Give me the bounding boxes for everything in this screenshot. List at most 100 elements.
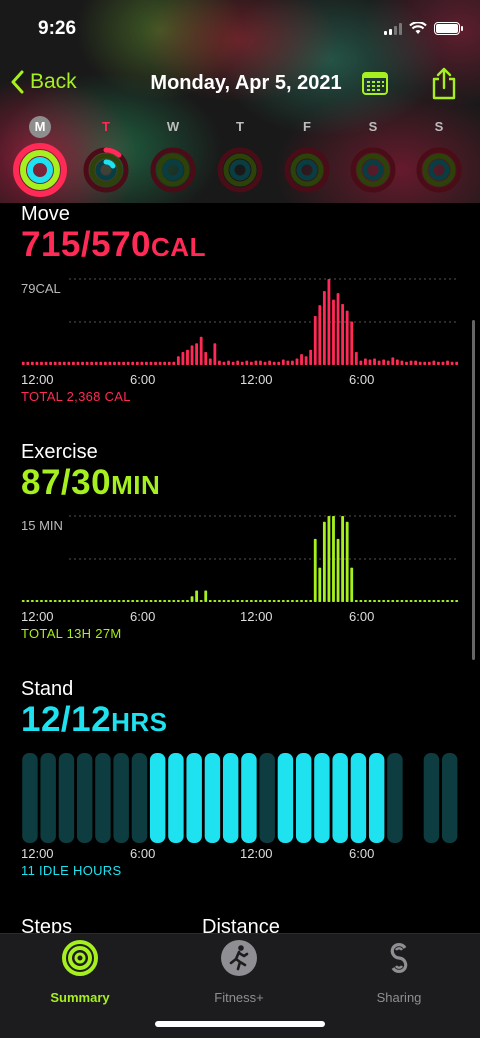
move-chart-bar bbox=[354, 351, 358, 365]
weekday-tue[interactable]: T bbox=[94, 117, 118, 137]
weekday-wed[interactable]: W bbox=[161, 117, 185, 137]
move-chart-bar bbox=[113, 361, 116, 365]
exercise-chart-bar bbox=[40, 600, 43, 602]
stand-hour-bar bbox=[368, 753, 385, 843]
exercise-chart-bar bbox=[21, 600, 25, 602]
exercise-chart-bar bbox=[386, 600, 390, 602]
exercise-chart-bar bbox=[405, 600, 408, 602]
stand-hour-bar bbox=[76, 753, 93, 843]
stand-hour-bar bbox=[423, 753, 440, 843]
move-chart-bar bbox=[322, 290, 326, 365]
activity-ring-sun[interactable] bbox=[412, 143, 466, 197]
exercise-chart-bar bbox=[354, 600, 358, 602]
exercise-chart-bar bbox=[427, 600, 431, 602]
exercise-chart-bar bbox=[409, 600, 413, 602]
activity-ring-fri[interactable] bbox=[280, 143, 334, 197]
tab-fitness-plus[interactable]: Fitness+ bbox=[179, 939, 299, 1005]
exercise-chart-bar bbox=[332, 516, 335, 602]
weekday-row: M T W T F S S bbox=[0, 116, 480, 138]
stand-hour-bar bbox=[186, 753, 202, 843]
move-chart-bar bbox=[373, 358, 376, 365]
stand-title: Stand bbox=[21, 678, 74, 700]
weekday-mon[interactable]: M bbox=[29, 116, 51, 138]
exercise-chart-bar bbox=[286, 600, 290, 602]
move-chart-bar bbox=[158, 361, 162, 365]
exercise-chart-bar bbox=[254, 600, 258, 602]
stand-axis-label: 6:00 bbox=[130, 846, 156, 861]
stand-chart bbox=[22, 753, 458, 843]
move-chart-bar bbox=[90, 361, 94, 365]
move-axis-label: 12:00 bbox=[21, 372, 54, 387]
move-chart-bar bbox=[218, 360, 221, 365]
exercise-chart-bar bbox=[322, 521, 326, 602]
move-chart-bar bbox=[140, 361, 144, 365]
weekday-fri[interactable]: F bbox=[295, 117, 319, 137]
move-chart-bar bbox=[117, 361, 121, 365]
exercise-chart-bar bbox=[368, 600, 372, 602]
move-chart-bar bbox=[58, 361, 62, 365]
activity-detail[interactable]: Move 715/570CAL 79CAL 12:00 6:00 12:00 6… bbox=[0, 203, 480, 933]
exercise-chart-bar bbox=[304, 600, 308, 602]
weekday-sat[interactable]: S bbox=[361, 117, 385, 137]
calendar-icon[interactable] bbox=[362, 70, 388, 96]
exercise-title: Exercise bbox=[21, 441, 98, 463]
stand-hour-bar bbox=[40, 753, 56, 843]
scrollbar[interactable] bbox=[472, 320, 475, 660]
status-icons bbox=[384, 22, 463, 35]
activity-ring-wed[interactable] bbox=[146, 143, 200, 197]
exercise-chart-bar bbox=[418, 600, 422, 602]
weekday-sun[interactable]: S bbox=[427, 117, 451, 137]
exercise-chart-bar bbox=[167, 600, 171, 602]
cellular-signal-icon bbox=[384, 22, 402, 35]
weekday-thu[interactable]: T bbox=[228, 117, 252, 137]
home-indicator[interactable] bbox=[155, 1021, 325, 1027]
tab-summary[interactable]: Summary bbox=[20, 939, 140, 1005]
exercise-chart-bar bbox=[99, 600, 103, 602]
move-chart-bar bbox=[341, 304, 345, 365]
exercise-chart-bar bbox=[414, 600, 418, 602]
exercise-chart-bar bbox=[195, 590, 199, 602]
move-chart-bar bbox=[427, 361, 431, 365]
exercise-chart-bar bbox=[58, 600, 62, 602]
exercise-chart-bar bbox=[300, 600, 303, 602]
move-chart-bar bbox=[40, 361, 43, 365]
move-chart-bar bbox=[35, 361, 39, 365]
move-chart-bar bbox=[368, 359, 372, 365]
share-icon[interactable] bbox=[430, 66, 458, 100]
move-chart-bar bbox=[231, 361, 235, 365]
move-chart-bar bbox=[423, 361, 427, 365]
move-chart-bar bbox=[213, 343, 217, 365]
move-chart-bar bbox=[94, 361, 98, 365]
exercise-chart-bar bbox=[154, 600, 157, 602]
exercise-chart-bar bbox=[90, 600, 94, 602]
stand-hour-bar bbox=[95, 753, 111, 843]
activity-ring-tue[interactable] bbox=[79, 143, 133, 197]
move-chart-bar bbox=[300, 354, 303, 365]
activity-ring-mon[interactable] bbox=[13, 143, 67, 197]
exercise-chart-bar bbox=[181, 600, 185, 602]
tab-sharing[interactable]: Sharing bbox=[339, 939, 459, 1005]
move-chart-bar bbox=[345, 310, 349, 365]
move-chart-bar bbox=[418, 361, 422, 365]
move-chart-bar bbox=[304, 356, 308, 365]
page-title: Monday, Apr 5, 2021 bbox=[150, 72, 342, 94]
move-chart-bar bbox=[163, 361, 167, 365]
exercise-chart-bar bbox=[291, 600, 294, 602]
exercise-chart-bar bbox=[208, 600, 212, 602]
exercise-axis-label: 12:00 bbox=[21, 609, 54, 624]
exercise-chart-bar bbox=[350, 567, 354, 602]
move-chart-bar bbox=[249, 361, 253, 365]
exercise-chart-bar bbox=[67, 600, 71, 602]
move-chart-bar bbox=[391, 357, 395, 365]
move-chart-bar bbox=[318, 305, 322, 365]
move-chart-bar bbox=[359, 360, 363, 365]
battery-icon bbox=[434, 22, 463, 35]
move-title: Move bbox=[21, 203, 70, 225]
move-chart-bar bbox=[272, 361, 276, 365]
move-chart-bar bbox=[176, 356, 180, 365]
activity-ring-sat[interactable] bbox=[346, 143, 400, 197]
activity-ring-thu[interactable] bbox=[213, 143, 267, 197]
exercise-chart-bar bbox=[186, 600, 189, 602]
move-chart-bar bbox=[181, 351, 185, 365]
move-chart-bar bbox=[295, 358, 299, 365]
